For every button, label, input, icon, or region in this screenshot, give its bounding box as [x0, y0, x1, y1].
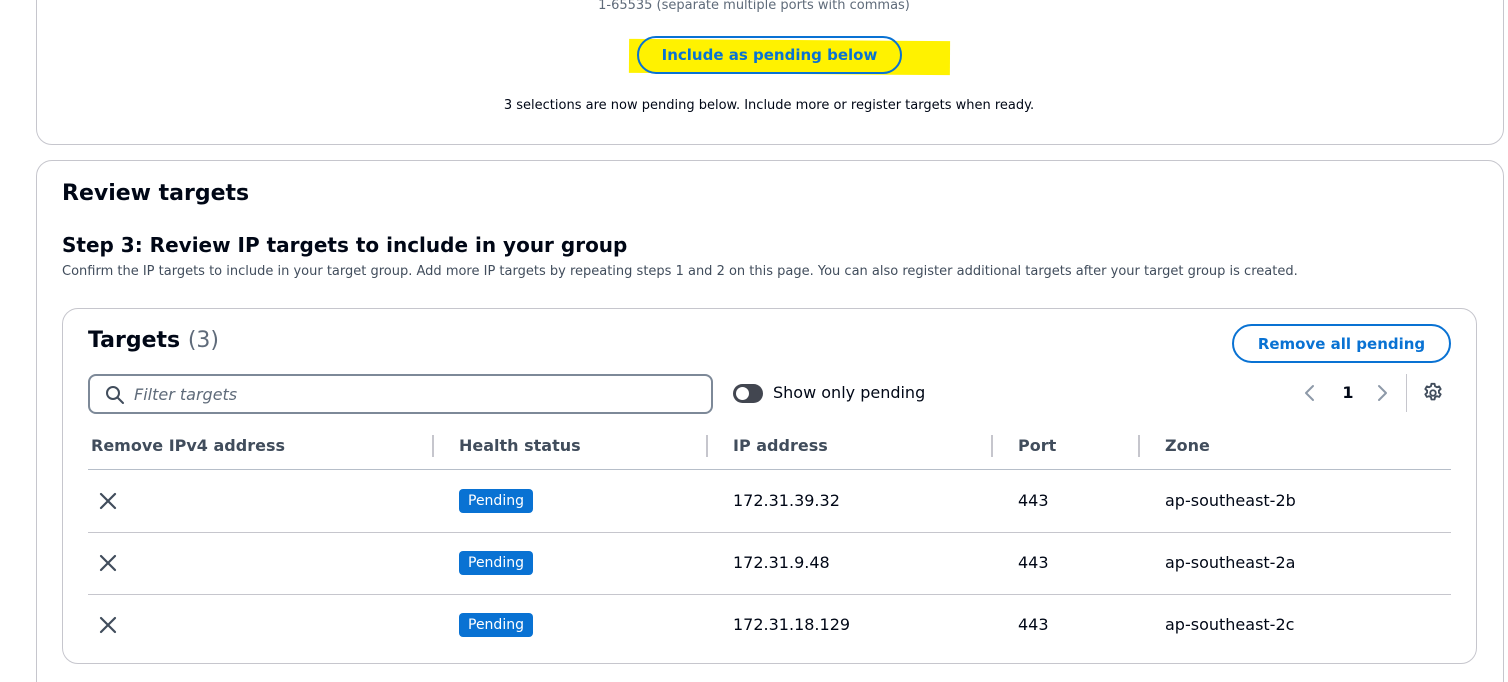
- show-only-pending-toggle[interactable]: [733, 384, 763, 403]
- toggle-knob: [736, 387, 749, 400]
- column-divider: [432, 435, 434, 457]
- status-badge: Pending: [459, 551, 533, 575]
- zone-cell: ap-southeast-2a: [1165, 553, 1296, 572]
- port-cell: 443: [1018, 615, 1049, 634]
- port-hint: 1-65535 (separate multiple ports with co…: [598, 0, 910, 13]
- status-badge: Pending: [459, 489, 533, 513]
- remove-target-button[interactable]: [98, 491, 118, 515]
- zone-cell: ap-southeast-2c: [1165, 615, 1295, 634]
- zone-cell: ap-southeast-2b: [1165, 491, 1296, 510]
- filter-targets-field[interactable]: [88, 374, 713, 414]
- column-header-remove: Remove IPv4 address: [91, 436, 285, 455]
- header-divider: [88, 469, 1451, 470]
- status-badge: Pending: [459, 613, 533, 637]
- ip-address-cell: 172.31.39.32: [733, 491, 840, 510]
- pending-note: 3 selections are now pending below. Incl…: [503, 98, 1035, 113]
- column-header-health: Health status: [459, 436, 581, 455]
- column-header-port: Port: [1018, 436, 1057, 455]
- port-cell: 443: [1018, 491, 1049, 510]
- ip-address-cell: 172.31.9.48: [733, 553, 830, 572]
- close-icon: [99, 616, 117, 634]
- remove-target-button[interactable]: [98, 553, 118, 577]
- include-as-pending-button[interactable]: Include as pending below: [637, 36, 902, 74]
- column-header-zone: Zone: [1165, 436, 1210, 455]
- row-divider: [88, 532, 1451, 533]
- step-3-title: Step 3: Review IP targets to include in …: [62, 233, 628, 257]
- review-targets-title: Review targets: [62, 181, 250, 206]
- step-3-description: Confirm the IP targets to include in you…: [62, 264, 1298, 279]
- show-only-pending-label: Show only pending: [773, 383, 926, 402]
- row-divider: [88, 594, 1451, 595]
- ip-address-cell: 172.31.18.129: [733, 615, 851, 634]
- remove-all-pending-button[interactable]: Remove all pending: [1232, 324, 1451, 363]
- column-divider: [1138, 435, 1140, 457]
- page: 1-65535 (separate multiple ports with co…: [0, 0, 1508, 682]
- remove-target-button[interactable]: [98, 615, 118, 639]
- column-divider: [991, 435, 993, 457]
- pagination-divider: [1406, 374, 1407, 412]
- column-header-ip: IP address: [733, 436, 828, 455]
- chevron-right-icon[interactable]: [1374, 383, 1390, 407]
- pagination-page[interactable]: 1: [1338, 383, 1358, 402]
- gear-icon[interactable]: [1422, 382, 1444, 408]
- close-icon: [99, 492, 117, 510]
- search-icon: [105, 385, 125, 409]
- port-cell: 443: [1018, 553, 1049, 572]
- close-icon: [99, 554, 117, 572]
- chevron-left-icon[interactable]: [1302, 383, 1318, 407]
- targets-count: (3): [187, 328, 219, 353]
- filter-targets-input[interactable]: [134, 383, 694, 405]
- targets-heading-label: Targets: [88, 328, 181, 353]
- targets-heading: Targets (3): [88, 328, 219, 353]
- column-divider: [706, 435, 708, 457]
